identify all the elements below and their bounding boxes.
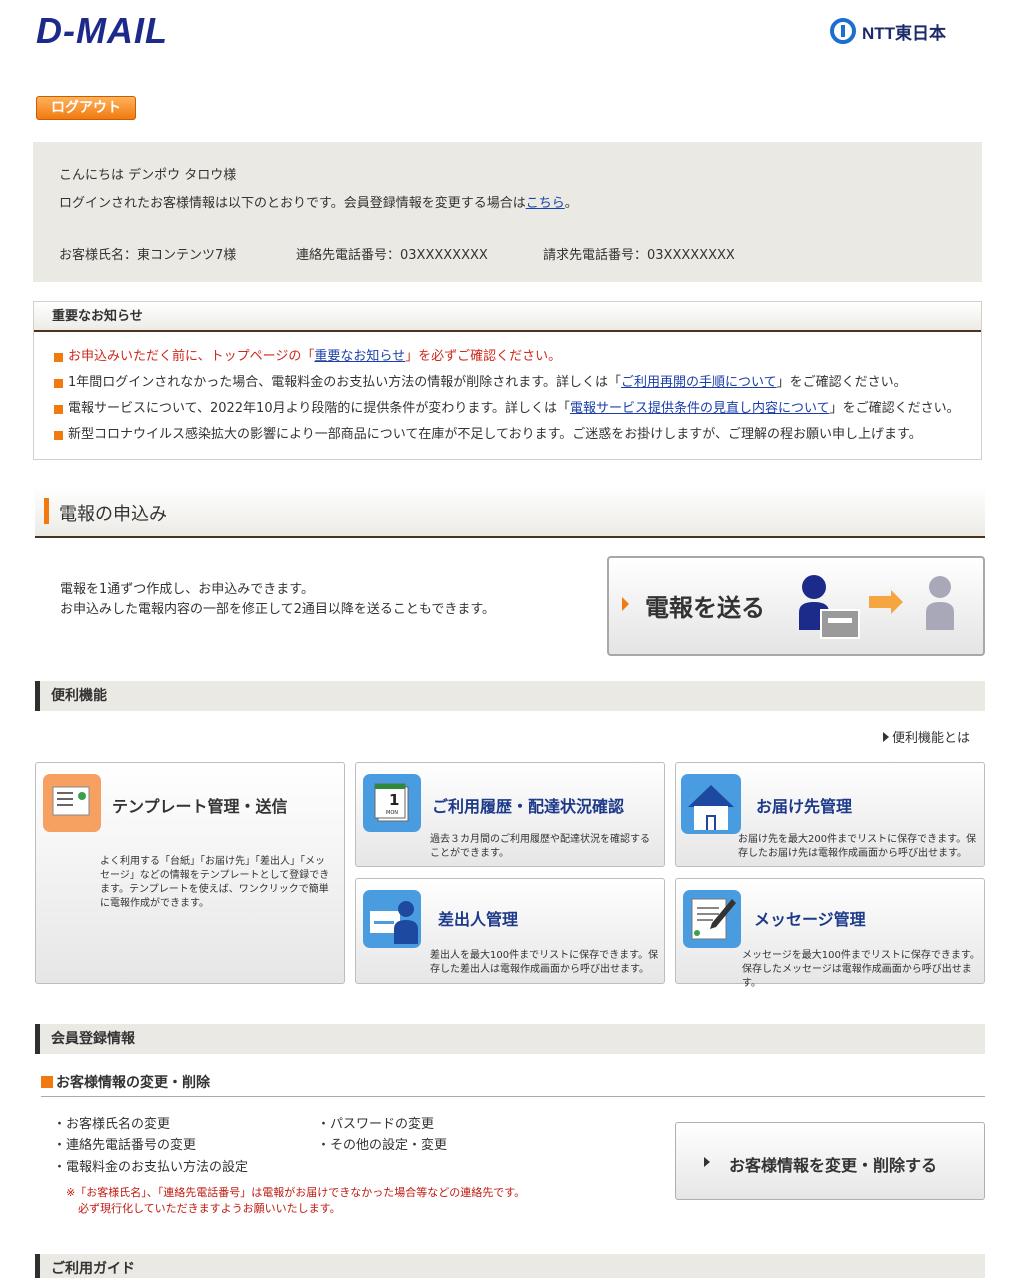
important-notice: 重要なお知らせ お申込みいただく前に、トップページの「 重要なお知らせ 」を必ずご確… [33,301,982,460]
arrow-right-icon [704,1157,710,1167]
house-icon [681,774,741,834]
member-note-line: ※「お客様氏名」、「連絡先電話番号」は電報がお届けできなかった場合等などの連絡先… [66,1186,526,1199]
bullet-icon [54,352,63,362]
service-conditions-link[interactable]: 電報サービス提供条件の見直し内容について [570,396,830,422]
calendar-day: 1 [389,791,400,809]
guide-band: ご利用ガイド [35,1254,985,1278]
send-telegram-button[interactable]: 電報を送る [607,556,985,656]
greeting-info-suffix: 。 [564,196,578,211]
greeting-panel: こんにちは デンポウ タロウ様 ログインされたお客様情報は以下のとおりです。会員… [33,142,982,282]
send-person-icon [799,575,954,639]
bullet-icon [54,378,63,388]
template-icon [43,774,101,832]
send-telegram-label: 電報を送る [645,594,765,622]
logout-button[interactable]: ログアウト [36,96,136,120]
play-arrow-icon [622,597,629,611]
sender-title: 差出人管理 [438,910,519,929]
apply-description: 電報を1通ずつ作成し、お申込みできます。 お申込みした電報内容の一部を修正して2… [60,580,495,620]
member-info-link[interactable]: こちら [526,196,565,211]
option-password-change: ・パスワードの変更 [317,1117,435,1132]
calendar-label: MON [386,810,398,816]
ntt-mark-icon [830,18,856,44]
edit-member-info-label: お客様情報を変更・削除する [729,1156,938,1175]
notice-item: お申込みいただく前に、トップページの「 重要なお知らせ 」を必ずご確認ください。 [54,344,981,370]
template-title: テンプレート管理・送信 [112,797,288,816]
notice-text: 」を必ずご確認ください。 [405,349,562,364]
apply-desc-line: 電報を1通ずつ作成し、お申込みできます。 [60,582,314,597]
notice-item: 新型コロナウイルス感染拡大の影響により一部商品について在庫が不足しております。ご… [54,422,981,448]
sender-card[interactable]: 差出人管理 差出人を最大100件までリストに保存できます。保存した差出人は電報作… [355,878,665,984]
greeting-text: こんにちは デンポウ タロウ様 [59,168,237,183]
notice-text: 1年間ログインされなかった場合、電報料金のお支払い方法の情報が削除されます。詳し… [68,375,621,390]
member-subtitle-text: お客様情報の変更・削除 [56,1075,210,1091]
option-phone-change: ・連絡先電話番号の変更 [53,1138,197,1153]
template-card[interactable]: テンプレート管理・送信 よく利用する「台紙」「お届け先」「差出人」「メッセージ」… [35,762,345,984]
recipient-card[interactable]: お届け先管理 お届け先を最大200件までリストに保存できます。保存したお届け先は… [675,762,985,867]
important-notice-link[interactable]: 重要なお知らせ [314,344,405,370]
option-other-change: ・その他の設定・変更 [317,1138,448,1153]
notice-text: 」をご確認ください。 [776,375,907,390]
notice-item: 1年間ログインされなかった場合、電報料金のお支払い方法の情報が削除されます。詳し… [54,370,981,396]
history-card[interactable]: 1 MON ご利用履歴・配達状況確認 過去３カ月間のご利用履歴や配達状況を確認す… [355,762,665,867]
apply-section-header: 電報の申込み [35,486,985,538]
arrow-right-icon [883,731,889,742]
bullet-icon [41,1076,53,1088]
message-title: メッセージ管理 [754,910,866,929]
section-bar-icon [44,498,49,524]
features-about-label: 便利機能とは [892,731,971,746]
member-note-line: 必ず現行化していただきますようお願いいたします。 [78,1202,341,1215]
notice-text: 新型コロナウイルス感染拡大の影響により一部商品について在庫が不足しております。ご… [68,427,922,442]
history-title: ご利用履歴・配達状況確認 [432,797,625,816]
option-payment-setting: ・電報料金のお支払い方法の設定 [53,1160,249,1175]
customer-name: お客様氏名：東コンテンツ7様 [59,248,237,263]
header: D-MAIL NTT東日本 [0,0,1014,70]
notice-title: 重要なお知らせ [34,302,981,332]
dmail-logo[interactable]: D-MAIL [36,10,168,52]
divider [41,1096,985,1097]
sender-desc: 差出人を最大100件までリストに保存できます。保存した差出人は電報作成画面から呼… [430,950,659,975]
notice-text: 」をご確認ください。 [829,401,960,416]
greeting-info-text: ログインされたお客様情報は以下のとおりです。会員登録情報を変更する場合は [59,196,526,211]
resume-procedure-link[interactable]: ご利用再開の手順について [621,370,777,396]
recipient-title: お届け先管理 [756,797,853,816]
features-about-link[interactable]: 便利機能とは [883,727,970,746]
edit-member-info-button[interactable]: お客様情報を変更・削除する [675,1122,985,1200]
ntt-east-logo: NTT東日本 [830,18,946,44]
billing-phone: 請求先電話番号：03XXXXXXXX [543,248,735,263]
sender-icon [363,890,421,948]
greeting-info: ログインされたお客様情報は以下のとおりです。会員登録情報を変更する場合はこちら。 [59,192,578,211]
notice-item: 電報サービスについて、2022年10月より段階的に提供条件が変わります。詳しくは… [54,396,981,422]
bullet-icon [54,430,63,440]
notice-text: お申込みいただく前に、トップページの「 [68,349,315,364]
member-band: 会員登録情報 [35,1024,985,1054]
recipient-desc: お届け先を最大200件までリストに保存できます。保存したお届け先は電報作成画面か… [738,834,977,859]
features-band: 便利機能 [35,681,985,711]
member-note: ※「お客様氏名」、「連絡先電話番号」は電報がお届けできなかった場合等などの連絡先… [66,1185,525,1217]
apply-desc-line: お申込みした電報内容の一部を修正して2通目以降を送ることもできます。 [60,602,496,617]
message-desc: メッセージを最大100件までリストに保存できます。保存したメッセージは電報作成画… [742,950,980,989]
history-desc: 過去３カ月間のご利用履歴や配達状況を確認することができます。 [430,834,650,859]
member-subtitle: お客様情報の変更・削除 [41,1072,210,1092]
apply-section-title: 電報の申込み [59,504,167,525]
contact-phone: 連絡先電話番号：03XXXXXXXX [296,248,488,263]
message-card[interactable]: メッセージ管理 メッセージを最大100件までリストに保存できます。保存したメッセ… [675,878,985,989]
notice-text: 電報サービスについて、2022年10月より段階的に提供条件が変わります。詳しくは… [68,401,571,416]
template-desc: よく利用する「台紙」「お届け先」「差出人」「メッセージ」などの情報をテンプレート… [100,856,330,909]
message-icon [683,890,741,948]
option-name-change: ・お客様氏名の変更 [53,1117,171,1132]
bullet-icon [54,404,63,414]
company-name: NTT東日本 [862,23,947,43]
